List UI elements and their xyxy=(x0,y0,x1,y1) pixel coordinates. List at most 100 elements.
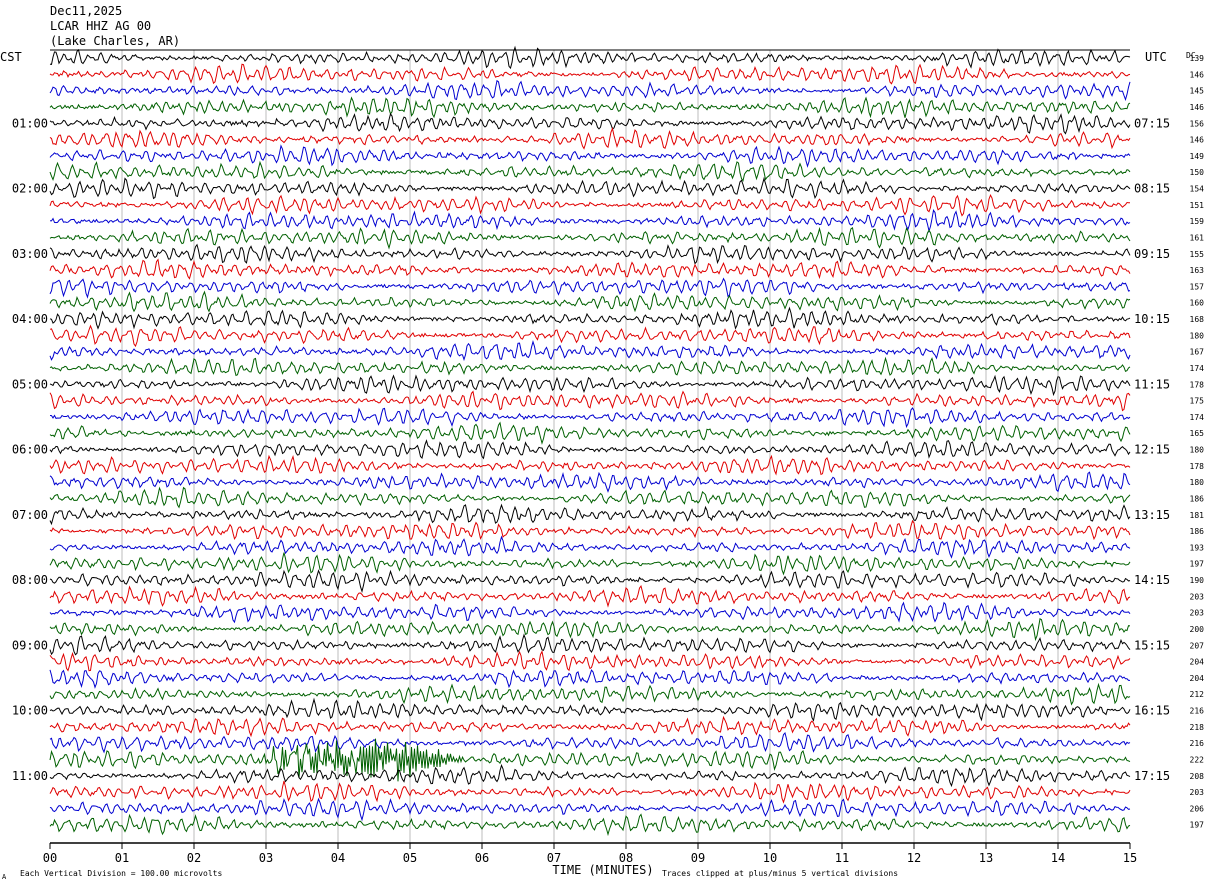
dc-value: 203 xyxy=(1190,609,1205,618)
trace-row xyxy=(49,552,1131,576)
dc-value: 207 xyxy=(1190,641,1205,650)
dc-value: 150 xyxy=(1190,168,1205,177)
scale-note: Each Vertical Division = 100.00 microvol… xyxy=(20,869,222,878)
dc-value: 222 xyxy=(1190,755,1205,764)
trace-row xyxy=(49,277,1131,299)
dc-value: 155 xyxy=(1190,250,1205,259)
trace-row xyxy=(49,697,1131,722)
hour-label-utc: 15:15 xyxy=(1134,638,1170,652)
trace-row xyxy=(49,569,1131,594)
dc-value: 145 xyxy=(1190,87,1205,96)
trace-row xyxy=(49,669,1130,689)
trace-row xyxy=(49,306,1131,330)
trace-row xyxy=(49,290,1131,313)
x-tick-label: 11 xyxy=(835,851,849,865)
dc-value: 180 xyxy=(1190,446,1205,455)
trace-row xyxy=(49,407,1131,429)
dc-value: 178 xyxy=(1190,462,1205,471)
dc-value: 204 xyxy=(1190,674,1205,683)
hour-label-utc: 12:15 xyxy=(1134,443,1170,457)
trace-row xyxy=(49,503,1131,526)
trace-row xyxy=(49,617,1131,642)
hour-label-utc: 11:15 xyxy=(1134,377,1170,391)
trace-row xyxy=(49,126,1131,150)
dc-value: 208 xyxy=(1190,772,1205,781)
hour-label-cst: 06:00 xyxy=(12,443,48,457)
hour-label-cst: 10:00 xyxy=(12,704,48,718)
dc-value: 216 xyxy=(1190,739,1205,748)
trace-row xyxy=(49,650,1131,672)
trace-row xyxy=(49,421,1131,445)
x-tick-label: 13 xyxy=(979,851,993,865)
hour-label-utc: 07:15 xyxy=(1134,116,1170,130)
dc-value: 204 xyxy=(1190,658,1205,667)
x-tick-label: 04 xyxy=(331,851,345,865)
dc-value: 154 xyxy=(1190,185,1205,194)
dc-value: 206 xyxy=(1190,804,1205,813)
trace-row xyxy=(49,160,1131,182)
trace-row xyxy=(49,79,1131,102)
dc-value: 160 xyxy=(1190,299,1205,308)
dc-value: 161 xyxy=(1190,233,1205,242)
dc-value: 203 xyxy=(1190,788,1205,797)
trace-row xyxy=(49,258,1131,280)
hour-label-cst: 05:00 xyxy=(12,377,48,391)
x-tick-label: 12 xyxy=(907,851,921,865)
hour-label-utc: 14:15 xyxy=(1134,573,1170,587)
dc-value: 181 xyxy=(1190,511,1205,520)
dc-value: 157 xyxy=(1190,282,1205,291)
trace-row xyxy=(49,439,1131,460)
x-tick-label: 01 xyxy=(115,851,129,865)
trace-row xyxy=(49,374,1131,397)
hour-label-cst: 08:00 xyxy=(12,573,48,587)
dc-value: 178 xyxy=(1190,380,1205,389)
x-axis-title: TIME (MINUTES) xyxy=(552,863,653,877)
helicorder-chart: CST UTC DC01:00 07:1502:00 08:1503:00 09:1504… xyxy=(0,45,1205,881)
trace-row xyxy=(49,96,1131,119)
hour-label-cst: 01:00 xyxy=(12,116,48,130)
x-tick-label: 09 xyxy=(691,851,705,865)
hour-label-utc: 09:15 xyxy=(1134,247,1170,261)
hour-label-utc: 16:15 xyxy=(1134,704,1170,718)
trace-row xyxy=(49,209,1131,233)
left-timezone-label: CST xyxy=(0,50,22,64)
hour-label-utc: 13:15 xyxy=(1134,508,1170,522)
dc-value: 175 xyxy=(1190,397,1205,406)
x-tick-label: 06 xyxy=(475,851,489,865)
trace-row xyxy=(49,45,1131,70)
trace-row xyxy=(49,454,1131,476)
dc-value: 168 xyxy=(1190,315,1205,324)
trace-row xyxy=(49,194,1130,217)
trace-row xyxy=(49,112,1131,135)
hour-label-cst: 04:00 xyxy=(12,312,48,326)
dc-value: 203 xyxy=(1190,592,1205,601)
x-tick-label: 15 xyxy=(1123,851,1137,865)
trace-row xyxy=(49,486,1131,509)
right-timezone-label: UTC xyxy=(1145,50,1167,64)
trace-row xyxy=(49,340,1131,362)
dc-value: 180 xyxy=(1190,478,1205,487)
trace-row xyxy=(49,471,1131,493)
dc-value: 146 xyxy=(1190,103,1205,112)
dc-value: 197 xyxy=(1190,821,1205,830)
x-tick-label: 05 xyxy=(403,851,417,865)
hour-label-utc: 17:15 xyxy=(1134,769,1170,783)
dc-value: 146 xyxy=(1190,70,1205,79)
hour-label-cst: 07:00 xyxy=(12,508,48,522)
dc-value: 174 xyxy=(1190,364,1205,373)
dc-value: 165 xyxy=(1190,429,1205,438)
trace-row xyxy=(49,176,1131,200)
corner-mark: A xyxy=(2,873,7,881)
x-tick-label: 02 xyxy=(187,851,201,865)
dc-value: 163 xyxy=(1190,266,1205,275)
dc-value: 212 xyxy=(1190,690,1205,699)
trace-row xyxy=(49,731,1131,754)
x-tick-label: 00 xyxy=(43,851,57,865)
dc-value: 149 xyxy=(1190,152,1205,161)
trace-row xyxy=(49,633,1131,656)
trace-row xyxy=(49,780,1131,804)
trace-row xyxy=(49,813,1131,837)
dc-value: 146 xyxy=(1190,136,1205,145)
trace-row xyxy=(49,535,1131,559)
trace-row xyxy=(49,519,1131,541)
